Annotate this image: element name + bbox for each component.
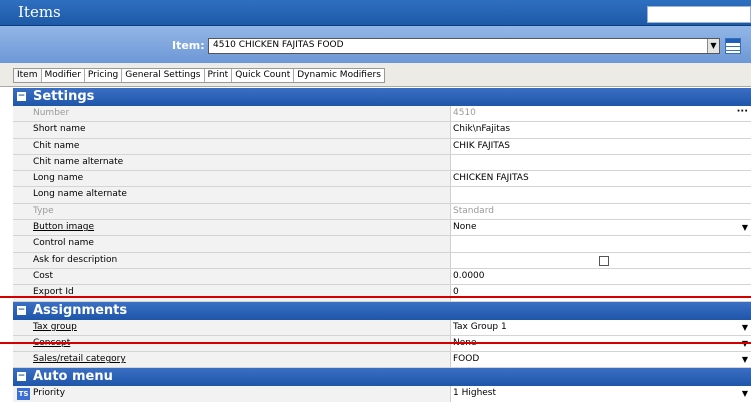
row-long-name-alternate[interactable]: Long name alternate: [13, 187, 751, 204]
tab-quick-count[interactable]: Quick Count: [232, 69, 295, 82]
row-label: Long name alternate: [13, 187, 451, 203]
tab-print[interactable]: Print: [205, 69, 233, 82]
row-label: Export Id: [13, 285, 451, 301]
item-combo-value: 4510 CHICKEN FAJITAS FOOD: [213, 40, 344, 50]
row-button-image[interactable]: Button image None ▼: [13, 220, 751, 237]
row-label: Long name: [13, 171, 451, 187]
section-auto-menu[interactable]: − Auto menu: [13, 368, 751, 387]
row-value[interactable]: 0: [451, 285, 751, 300]
section-settings[interactable]: − Settings: [13, 88, 751, 106]
minus-box-icon[interactable]: −: [17, 92, 26, 101]
titlebar-search-box[interactable]: [647, 6, 751, 23]
tab-item[interactable]: Item: [14, 69, 42, 82]
row-label: Chit name alternate: [13, 154, 451, 171]
window-titlebar: Items: [0, 0, 751, 26]
minus-box-icon[interactable]: −: [17, 305, 26, 315]
tab-pricing[interactable]: Pricing: [85, 69, 123, 82]
row-label: Ask for description: [13, 252, 451, 268]
row-value[interactable]: [451, 236, 751, 251]
row-sales-retail-category[interactable]: Sales/retail category FOOD ▼: [13, 352, 751, 369]
row-label: Type: [13, 203, 451, 220]
row-value[interactable]: CHIK FAJITAS: [451, 139, 751, 154]
row-label[interactable]: Tax group: [13, 319, 451, 335]
row-value[interactable]: FOOD ▼: [451, 352, 751, 367]
row-value: 4510 ···: [453, 104, 748, 119]
row-tax-group[interactable]: Tax group Tax Group 1 ▼: [13, 319, 751, 336]
row-value[interactable]: 1 Highest ▼: [451, 386, 751, 401]
tab-general-settings[interactable]: General Settings: [122, 69, 205, 82]
row-value[interactable]: CHICKEN FAJITAS: [451, 171, 751, 186]
chevron-down-icon[interactable]: ▼: [742, 352, 748, 367]
property-grid: − Settings Number 4510 ··· Short name Ch…: [13, 88, 751, 402]
section-assignments[interactable]: − Assignments: [13, 301, 751, 320]
window-title: Items: [18, 3, 61, 21]
item-label: Item:: [172, 39, 205, 52]
row-label: Cost: [13, 268, 451, 285]
row-label: Number: [13, 106, 451, 122]
row-value[interactable]: None ▼: [451, 220, 751, 235]
row-export-id[interactable]: Export Id 0: [13, 285, 751, 302]
chevron-down-icon[interactable]: ▼: [742, 320, 748, 335]
annotation-line-bottom: [0, 342, 751, 344]
row-concept[interactable]: Concept None ▼: [13, 335, 751, 353]
row-value[interactable]: 0.0000: [451, 269, 751, 284]
row-value[interactable]: Tax Group 1 ▼: [451, 320, 751, 335]
tab-modifier[interactable]: Modifier: [42, 69, 85, 82]
chevron-down-icon[interactable]: ▼: [742, 220, 748, 235]
row-value: [451, 253, 751, 268]
chevron-down-icon[interactable]: ▼: [707, 39, 719, 53]
row-priority[interactable]: TS Priority 1 Highest ▼: [13, 386, 751, 402]
annotation-line-top: [0, 296, 751, 298]
chevron-down-icon[interactable]: ▼: [742, 386, 748, 401]
ts-icon: TS: [17, 388, 30, 401]
row-label[interactable]: Sales/retail category: [13, 352, 451, 368]
row-chit-name[interactable]: Chit name CHIK FAJITAS: [13, 138, 751, 155]
row-number: Number 4510 ···: [13, 104, 751, 123]
section-title: Settings: [33, 89, 95, 104]
row-value[interactable]: Chik\nFajitas: [451, 122, 751, 137]
row-value: Standard: [453, 205, 494, 216]
ellipsis-icon[interactable]: ···: [737, 104, 748, 119]
section-title: Assignments: [33, 302, 128, 318]
tab-dynamic-modifiers[interactable]: Dynamic Modifiers: [294, 69, 384, 82]
row-label[interactable]: Button image: [13, 220, 451, 236]
row-short-name[interactable]: Short name Chik\nFajitas: [13, 122, 751, 139]
row-label: Short name: [13, 122, 451, 138]
row-control-name[interactable]: Control name: [13, 236, 751, 253]
row-cost[interactable]: Cost 0.0000: [13, 268, 751, 286]
row-label: Chit name: [13, 138, 451, 154]
row-ask-for-description[interactable]: Ask for description: [13, 252, 751, 269]
minus-box-icon[interactable]: −: [17, 372, 26, 382]
tab-strip: Item Modifier Pricing General Settings P…: [0, 63, 751, 87]
item-combo[interactable]: 4510 CHICKEN FAJITAS FOOD: [208, 38, 720, 54]
ask-for-description-checkbox[interactable]: [599, 255, 609, 266]
grid-icon[interactable]: [725, 38, 741, 54]
row-chit-name-alternate[interactable]: Chit name alternate: [13, 154, 751, 172]
row-value[interactable]: [451, 187, 751, 202]
row-type: Type Standard: [13, 203, 751, 221]
row-value[interactable]: [451, 155, 751, 170]
row-label: TS Priority: [13, 386, 451, 402]
row-label: Control name: [13, 236, 451, 252]
row-long-name[interactable]: Long name CHICKEN FAJITAS: [13, 171, 751, 188]
item-selector-bar: Item: 4510 CHICKEN FAJITAS FOOD ▼: [0, 26, 751, 63]
section-title: Auto menu: [33, 369, 113, 385]
